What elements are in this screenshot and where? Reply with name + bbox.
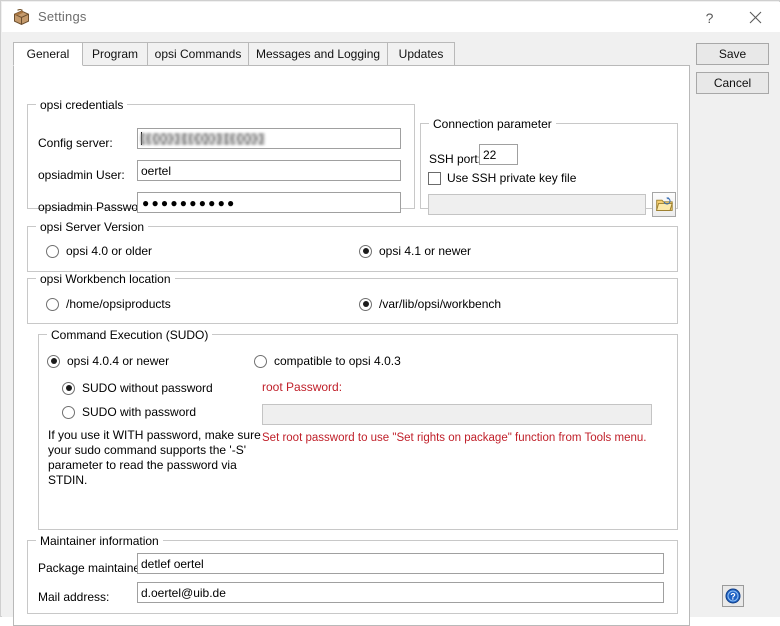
- radio-sudo-without-password[interactable]: SUDO without password: [62, 381, 213, 395]
- mail-address-input[interactable]: [137, 582, 664, 603]
- connection-parameter-legend: Connection parameter: [429, 117, 556, 131]
- package-maintainer-label: Package maintainer:: [38, 561, 148, 575]
- ssh-port-input[interactable]: [479, 144, 518, 165]
- close-icon: [749, 11, 762, 24]
- radio-opsi-40-or-older-label: opsi 4.0 or older: [66, 244, 153, 258]
- radio-dot: [46, 297, 59, 311]
- svg-text:?: ?: [730, 592, 736, 602]
- radio-opsi-40-or-older[interactable]: opsi 4.0 or older: [46, 244, 152, 258]
- radio-compatible-opsi-403-label: compatible to opsi 4.0.3: [274, 354, 401, 368]
- radio-sudo-with-password-label: SUDO with password: [82, 405, 197, 419]
- sudo-password-hint: If you use it WITH password, make sure y…: [48, 428, 261, 487]
- radio-dot: [47, 354, 60, 368]
- opsiadmin-password-mask: ●●●●●●●●●●: [142, 195, 237, 210]
- root-password-label: root Password:: [262, 380, 343, 394]
- radio-opsi-41-or-newer-label: opsi 4.1 or newer: [379, 244, 472, 258]
- radio-dot: [359, 244, 372, 258]
- help-button[interactable]: ?: [722, 585, 744, 607]
- radio-dot: [359, 297, 372, 311]
- save-button-label: Save: [718, 47, 747, 61]
- ssh-private-key-path-input[interactable]: [428, 194, 646, 215]
- opsiadmin-password-label: opsiadmin Password:: [38, 200, 153, 214]
- tab-opsi-commands[interactable]: opsi Commands: [147, 42, 249, 66]
- radio-opsi-404-or-newer-label: opsi 4.0.4 or newer: [67, 354, 170, 368]
- close-window-button[interactable]: [733, 3, 778, 32]
- open-folder-icon: [655, 197, 673, 211]
- tab-strip: General Program opsi Commands Messages a…: [13, 42, 690, 66]
- tab-updates-label: Updates: [398, 47, 444, 61]
- tab-program[interactable]: Program: [82, 42, 148, 66]
- radio-dot: [62, 405, 75, 419]
- save-button[interactable]: Save: [696, 43, 769, 65]
- opsi-workbench-location-legend: opsi Workbench location: [36, 272, 175, 286]
- tab-updates[interactable]: Updates: [387, 42, 455, 66]
- tab-general-label: General: [26, 47, 70, 61]
- mail-address-label: Mail address:: [38, 590, 110, 604]
- config-server-redaction: [141, 133, 265, 145]
- cancel-button-label: Cancel: [713, 76, 752, 90]
- radio-workbench-home-opsiproducts[interactable]: /home/opsiproducts: [46, 297, 171, 311]
- radio-dot: [254, 354, 267, 368]
- tab-opsi-commands-label: opsi Commands: [154, 47, 242, 61]
- opsiadmin-user-input[interactable]: [137, 160, 401, 181]
- use-ssh-private-key-checkbox[interactable]: Use SSH private key file: [428, 171, 576, 185]
- config-server-label: Config server:: [38, 136, 113, 150]
- tab-messages-and-logging-label: Messages and Logging: [255, 47, 381, 61]
- use-ssh-private-key-label: Use SSH private key file: [447, 171, 577, 185]
- radio-dot: [62, 381, 75, 395]
- radio-compatible-opsi-403[interactable]: compatible to opsi 4.0.3: [254, 354, 401, 368]
- package-box-icon: [13, 8, 30, 26]
- ssh-port-label: SSH port:: [429, 152, 482, 166]
- cancel-button[interactable]: Cancel: [696, 72, 769, 94]
- opsiadmin-password-input[interactable]: ●●●●●●●●●●: [137, 192, 401, 213]
- radio-workbench-var-label: /var/lib/opsi/workbench: [379, 297, 502, 311]
- radio-sudo-without-password-label: SUDO without password: [82, 381, 213, 395]
- browse-key-file-button[interactable]: [652, 192, 676, 217]
- tab-general[interactable]: General: [13, 42, 83, 66]
- maintainer-information-legend: Maintainer information: [36, 534, 163, 548]
- config-server-input[interactable]: [137, 128, 401, 149]
- question-mark-icon: ?: [705, 9, 714, 26]
- checkbox-box: [428, 171, 441, 185]
- command-execution-sudo-legend: Command Execution (SUDO): [47, 328, 213, 342]
- tab-messages-and-logging[interactable]: Messages and Logging: [248, 42, 388, 66]
- help-titlebar-button[interactable]: ?: [687, 3, 732, 32]
- client-area: General Program opsi Commands Messages a…: [2, 32, 780, 626]
- tab-program-label: Program: [92, 47, 139, 61]
- radio-opsi-404-or-newer[interactable]: opsi 4.0.4 or newer: [47, 354, 169, 368]
- window-title: Settings: [38, 9, 87, 24]
- question-circle-icon: ?: [725, 588, 741, 604]
- radio-workbench-home-label: /home/opsiproducts: [66, 297, 171, 311]
- root-password-input[interactable]: [262, 404, 652, 425]
- package-maintainer-input[interactable]: [137, 553, 664, 574]
- radio-workbench-var-lib-opsi[interactable]: /var/lib/opsi/workbench: [359, 297, 501, 311]
- title-bar: Settings ?: [2, 2, 780, 32]
- radio-sudo-with-password[interactable]: SUDO with password: [62, 405, 196, 419]
- root-password-note: Set root password to use "Set rights on …: [262, 432, 647, 444]
- general-tab-panel: opsi credentials Config server: opsiadmi…: [13, 65, 690, 626]
- opsi-credentials-legend: opsi credentials: [36, 98, 128, 112]
- radio-opsi-41-or-newer[interactable]: opsi 4.1 or newer: [359, 244, 471, 258]
- opsiadmin-user-label: opsiadmin User:: [38, 168, 125, 182]
- opsi-server-version-legend: opsi Server Version: [36, 220, 149, 234]
- settings-window: Settings ? General Program opsi Commands: [0, 0, 780, 626]
- radio-dot: [46, 244, 59, 258]
